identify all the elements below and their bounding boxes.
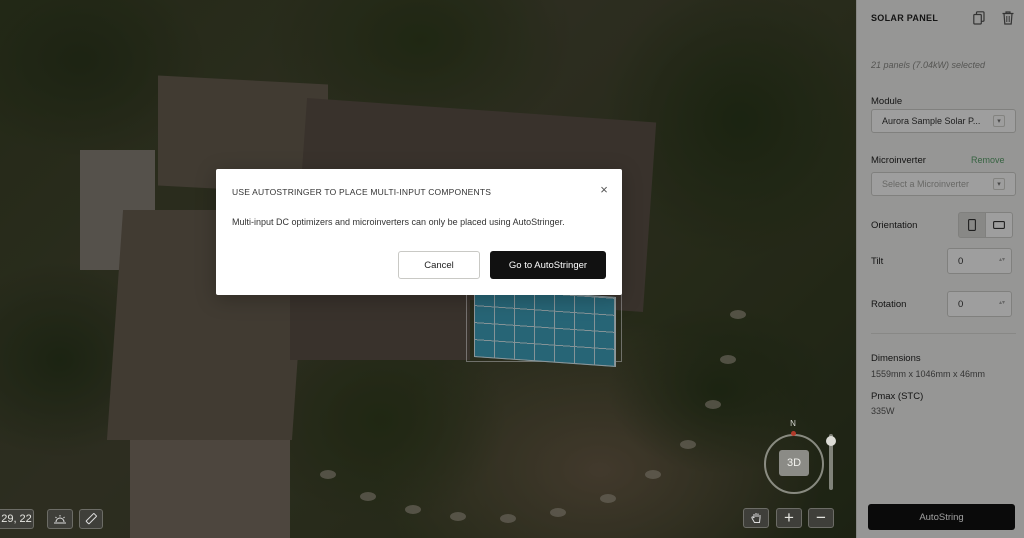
zoom-out-button[interactable]: −	[808, 508, 834, 528]
compass-north-label: N	[790, 419, 796, 428]
camera-tilt-handle[interactable]	[826, 436, 836, 446]
coordinates-display: 29, 22	[0, 509, 34, 529]
dialog-message: Multi-input DC optimizers and microinver…	[232, 217, 565, 227]
sun-button[interactable]	[47, 509, 73, 529]
compass-north-marker	[791, 431, 796, 436]
dialog-title: USE AUTOSTRINGER TO PLACE MULTI-INPUT CO…	[232, 187, 492, 197]
autostringer-dialog: USE AUTOSTRINGER TO PLACE MULTI-INPUT CO…	[216, 169, 622, 295]
cancel-button[interactable]: Cancel	[398, 251, 480, 279]
go-to-autostringer-button[interactable]: Go to AutoStringer	[490, 251, 606, 279]
ruler-button[interactable]	[79, 509, 103, 529]
close-icon[interactable]: ×	[598, 183, 610, 196]
sun-icon	[54, 515, 66, 524]
view-3d-button[interactable]: 3D	[779, 450, 809, 476]
ruler-icon	[85, 513, 97, 525]
zoom-in-button[interactable]: +	[776, 508, 802, 528]
hand-icon	[750, 513, 760, 523]
pan-button[interactable]	[743, 508, 769, 528]
